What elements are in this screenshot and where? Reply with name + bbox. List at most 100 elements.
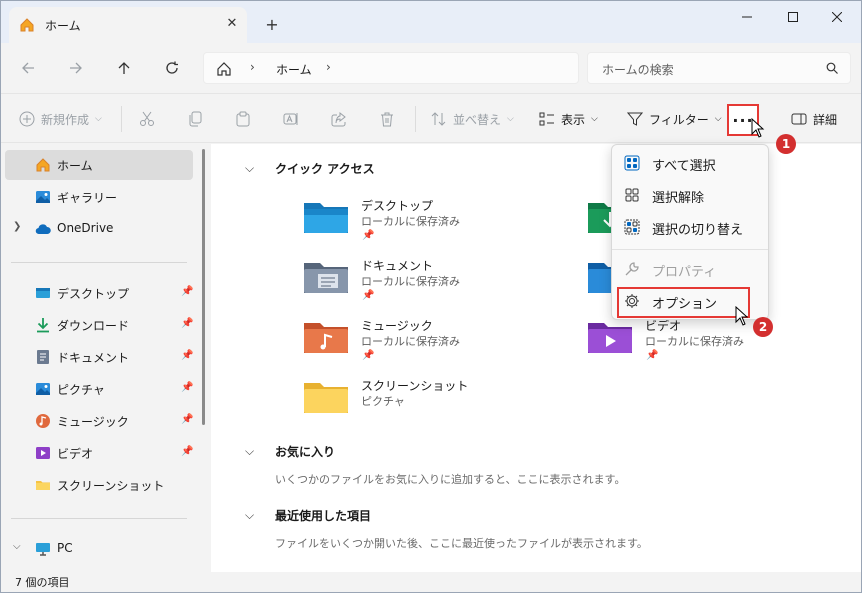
minimize-button[interactable] <box>725 1 769 33</box>
invert-selection-icon <box>624 219 640 235</box>
pin-icon[interactable]: 📌 <box>181 446 193 457</box>
tab-home[interactable]: ホーム ✕ <box>9 7 247 43</box>
sidebar-item-pc[interactable]: ⌵ PC <box>5 534 193 564</box>
pin-icon: 📌 <box>362 350 375 361</box>
folder-videos[interactable]: ビデオ ローカルに保存済み 📌 <box>588 317 828 373</box>
breadcrumb-separator[interactable]: › <box>326 60 331 74</box>
folder-documents[interactable]: ドキュメント ローカルに保存済み 📌 <box>304 257 544 313</box>
rename-button[interactable] <box>283 94 299 144</box>
view-list-icon <box>539 112 554 126</box>
up-button[interactable] <box>113 57 135 79</box>
details-pane-icon <box>791 113 807 125</box>
sidebar-item-pictures[interactable]: ピクチャ 📌 <box>5 374 193 404</box>
pin-icon: 📌 <box>362 290 375 301</box>
folder-status: ローカルに保存済み <box>645 335 744 348</box>
sidebar-item-label: デスクトップ <box>57 287 130 301</box>
sidebar-item-screenshots[interactable]: スクリーンショット <box>5 470 193 500</box>
select-all-icon <box>624 155 640 171</box>
arrow-left-icon <box>22 62 34 74</box>
desktop-icon <box>36 288 50 298</box>
menu-item-label: プロパティ <box>652 265 717 280</box>
filter-button[interactable]: フィルター ⌵ <box>627 94 722 144</box>
sidebar-divider <box>11 262 187 263</box>
folder-name: スクリーンショット <box>361 379 469 393</box>
folder-music[interactable]: ミュージック ローカルに保存済み 📌 <box>304 317 544 373</box>
folder-screenshots[interactable]: スクリーンショット ピクチャ <box>304 377 544 433</box>
refresh-button[interactable] <box>161 57 183 79</box>
menu-item-label: すべて選択 <box>652 159 716 174</box>
folder-name: ミュージック <box>361 319 433 333</box>
desktop-folder-icon <box>304 203 348 233</box>
new-button-label: 新規作成 <box>41 112 90 127</box>
sidebar-item-videos[interactable]: ビデオ 📌 <box>5 438 193 468</box>
trash-icon <box>381 112 393 127</box>
download-icon <box>37 318 49 333</box>
mouse-cursor-icon <box>751 118 765 138</box>
menu-item-select-all[interactable]: すべて選択 <box>616 148 764 178</box>
search-icon <box>826 62 838 74</box>
menu-item-label: 選択解除 <box>652 191 705 206</box>
videos-folder-icon <box>588 323 632 353</box>
pin-icon[interactable]: 📌 <box>181 382 193 393</box>
breadcrumb-separator: › <box>250 60 255 74</box>
new-button[interactable]: 新規作成 ⌵ <box>19 94 102 144</box>
close-window-button[interactable] <box>815 1 859 33</box>
breadcrumb-home[interactable]: ホーム <box>276 61 312 78</box>
details-button[interactable]: 詳細 <box>791 94 837 144</box>
item-count: 7 個の項目 <box>15 576 70 589</box>
chevron-right-icon[interactable]: ❯ <box>13 221 21 232</box>
step-badge-2: 2 <box>753 317 773 337</box>
delete-button[interactable] <box>379 94 395 144</box>
pin-icon[interactable]: 📌 <box>181 286 193 297</box>
pin-icon[interactable]: 📌 <box>181 318 193 329</box>
close-icon <box>832 12 842 22</box>
search-input[interactable]: ホームの検索 <box>587 52 851 84</box>
favorites-empty-text: いくつかのファイルをお気に入りに追加すると、ここに表示されます。 <box>275 473 626 486</box>
plus-circle-icon <box>19 111 35 127</box>
sidebar-item-desktop[interactable]: デスクトップ 📌 <box>5 278 193 308</box>
new-tab-button[interactable]: + <box>263 15 281 34</box>
sidebar-scrollbar[interactable] <box>202 149 205 425</box>
view-button[interactable]: 表示 ⌵ <box>539 94 598 144</box>
sidebar-item-gallery[interactable]: ギャラリー <box>5 182 193 212</box>
menu-divider <box>612 249 768 250</box>
pictures-icon <box>36 383 50 395</box>
menu-item-select-none[interactable]: 選択解除 <box>616 180 764 210</box>
maximize-button[interactable] <box>771 1 815 33</box>
home-icon <box>20 18 34 32</box>
pin-icon[interactable]: 📌 <box>181 350 193 361</box>
document-icon <box>37 350 49 364</box>
pc-icon <box>36 543 50 556</box>
sidebar-item-downloads[interactable]: ダウンロード 📌 <box>5 310 193 340</box>
home-icon <box>36 158 50 172</box>
pin-icon[interactable]: 📌 <box>181 414 193 425</box>
file-explorer-window: ホーム ✕ + › ホーム › ホームの検索 新規作成 ⌵ 並べ替え ⌵ 表示 … <box>0 0 862 593</box>
favorites-header[interactable]: ⌵ お気に入り <box>245 443 335 460</box>
forward-button[interactable] <box>65 57 87 79</box>
copy-icon <box>189 111 202 127</box>
address-bar[interactable]: › ホーム › <box>203 52 579 84</box>
cut-button[interactable] <box>139 94 155 144</box>
rename-icon <box>283 113 298 125</box>
sidebar-item-music[interactable]: ミュージック 📌 <box>5 406 193 436</box>
quick-access-header[interactable]: ⌵ クイック アクセス <box>245 160 375 177</box>
title-bar: ホーム ✕ + <box>1 1 861 43</box>
sort-button[interactable]: 並べ替え ⌵ <box>431 94 514 144</box>
select-none-icon <box>625 188 639 202</box>
menu-item-properties[interactable]: プロパティ <box>616 254 764 284</box>
copy-button[interactable] <box>187 94 203 144</box>
back-button[interactable] <box>17 57 39 79</box>
sidebar-item-home[interactable]: ホーム <box>5 150 193 180</box>
menu-item-invert-selection[interactable]: 選択の切り替え <box>616 212 764 242</box>
chevron-down-icon[interactable]: ⌵ <box>13 541 21 552</box>
folder-desktop[interactable]: デスクトップ ローカルに保存済み 📌 <box>304 197 544 253</box>
search-placeholder: ホームの検索 <box>602 63 674 77</box>
toolbar-divider <box>415 106 416 132</box>
close-tab-icon[interactable]: ✕ <box>223 15 241 33</box>
sidebar-item-onedrive[interactable]: ❯ OneDrive <box>5 214 193 244</box>
minimize-icon <box>742 16 752 18</box>
paste-button[interactable] <box>235 94 251 144</box>
share-button[interactable] <box>331 94 347 144</box>
recent-header[interactable]: ⌵ 最近使用した項目 <box>245 507 371 524</box>
sidebar-item-documents[interactable]: ドキュメント 📌 <box>5 342 193 372</box>
